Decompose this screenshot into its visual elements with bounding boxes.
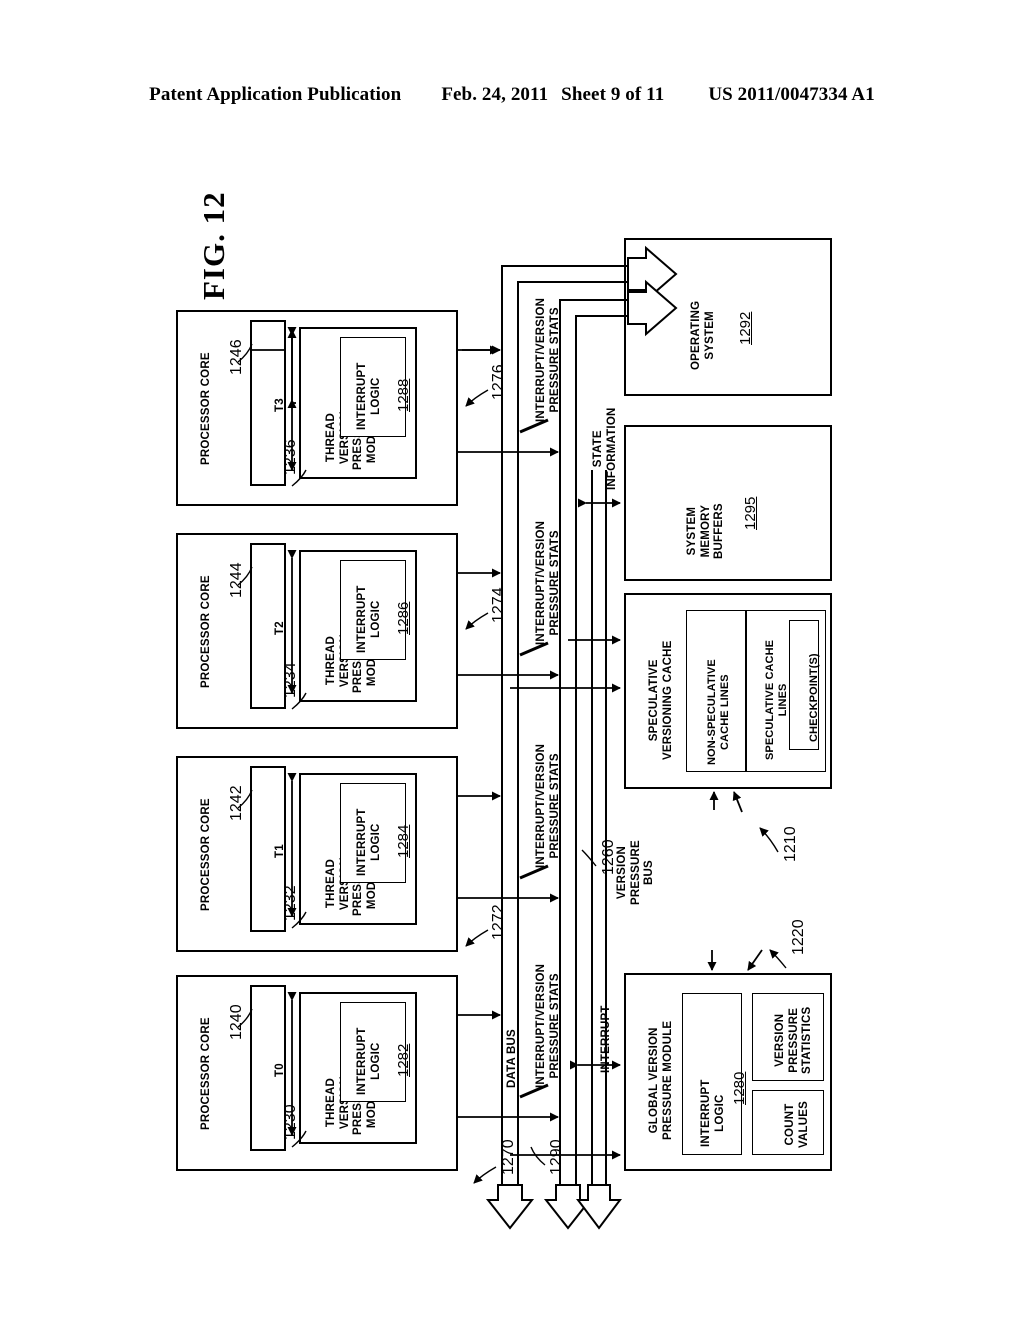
data-bus-ref: 1270: [500, 1139, 517, 1175]
speculative-versioning-cache-ref: 1210: [782, 826, 799, 862]
processor-core-t1-title: PROCESSOR CORE: [200, 798, 212, 911]
speculative-cache-lines-label: SPECULATIVE CACHE LINES: [764, 639, 789, 760]
figure-12-diagram: FIG. 12 PROCESSOR CORE T3 1246 THREAD VER…: [0, 0, 1024, 1320]
thread-version-pressure-module-t3-ref: 1236: [282, 439, 299, 475]
interrupt-logic-1284-title: INTERRUPT LOGIC: [356, 808, 382, 876]
global-version-pressure-module-title: GLOBAL VERSION PRESSURE MODULE: [648, 1020, 674, 1140]
thread-ref-t2: 1244: [228, 562, 245, 598]
thread-version-pressure-module-t1-ref: 1232: [282, 885, 299, 921]
processor-core-t0-title: PROCESSOR CORE: [200, 1017, 212, 1130]
core-stat-link-ref-1272: 1272: [490, 904, 507, 940]
thread-ref-t3: 1246: [228, 339, 245, 375]
processor-core-t2-title: PROCESSOR CORE: [200, 575, 212, 688]
core-stat-link-ref-1276: 1276: [490, 364, 507, 400]
thread-label-t0: T0: [274, 1063, 286, 1077]
thread-version-pressure-module-t2-ref: 1234: [282, 662, 299, 698]
interrupt-logic-1288-ref: 1288: [395, 378, 412, 412]
core-stat-link-ref-1274: 1274: [490, 587, 507, 623]
version-pressure-bus-ref: 1260: [600, 839, 617, 875]
state-information-label: STATE INFORMATION: [592, 407, 618, 490]
interrupt-logic-1288-title: INTERRUPT LOGIC: [356, 362, 382, 430]
operating-system-title: OPERATING SYSTEM: [690, 300, 716, 370]
thread-version-pressure-module-t0-ref: 1230: [282, 1104, 299, 1140]
thread-label-t2: T2: [274, 621, 286, 635]
core-stat-link-label-1274: INTERRUPT/VERSION PRESSURE STATS: [535, 520, 561, 645]
data-bus-label: DATA BUS: [506, 1029, 518, 1088]
system-memory-buffers-title: SYSTEM MEMORY BUFFERS: [686, 503, 726, 559]
speculative-versioning-cache-title: SPECULATIVE VERSIONING CACHE: [648, 640, 674, 761]
non-speculative-cache-lines-label: NON-SPECULATIVE CACHE LINES: [706, 659, 731, 765]
global-version-pressure-module-ref: 1220: [790, 919, 807, 955]
interrupt-logic-1282-title: INTERRUPT LOGIC: [356, 1027, 382, 1095]
operating-system-block: [624, 238, 832, 396]
core-stat-link-label-1276: INTERRUPT/VERSION PRESSURE STATS: [535, 297, 561, 422]
figure-label: FIG. 12: [196, 191, 231, 300]
interrupt-logic-1284-ref: 1284: [395, 824, 412, 858]
interrupt-logic-1286-title: INTERRUPT LOGIC: [356, 585, 382, 653]
thread-label-t1: T1: [274, 844, 286, 858]
system-memory-buffers-ref: 1295: [742, 496, 759, 530]
interrupt-logic-1286-ref: 1286: [395, 601, 412, 635]
checkpoints-label: CHECKPOINT(S): [808, 653, 820, 742]
system-memory-buffers-block: [624, 425, 832, 581]
thread-ref-t0: 1240: [228, 1004, 245, 1040]
version-pressure-statistics-label: VERSION PRESSURE STATISTICS: [774, 1006, 814, 1074]
processor-core-t3-title: PROCESSOR CORE: [200, 352, 212, 465]
interrupt-logic-1282-ref: 1282: [395, 1043, 412, 1077]
connector-overlay: [237, 245, 787, 1230]
operating-system-ref: 1292: [737, 311, 754, 345]
global-interrupt-logic-1280-title: INTERRUPT LOGIC: [700, 1079, 726, 1147]
interrupt-stats-bus-label: INTERRUPT/VERSION PRESSURE STATS: [535, 963, 561, 1088]
version-pressure-bus-label: VERSION PRESSURE BUS: [616, 840, 656, 905]
thread-label-t3: T3: [274, 398, 286, 412]
core-stat-link-label-1272: INTERRUPT/VERSION PRESSURE STATS: [535, 743, 561, 868]
interrupt-signal-label: INTERRUPT: [600, 1005, 612, 1073]
interrupt-stats-bus-ref: 1290: [548, 1139, 565, 1175]
thread-ref-t1: 1242: [228, 785, 245, 821]
global-interrupt-logic-1280-ref: 1280: [731, 1071, 748, 1105]
count-values-label: COUNT VALUES: [784, 1101, 810, 1148]
